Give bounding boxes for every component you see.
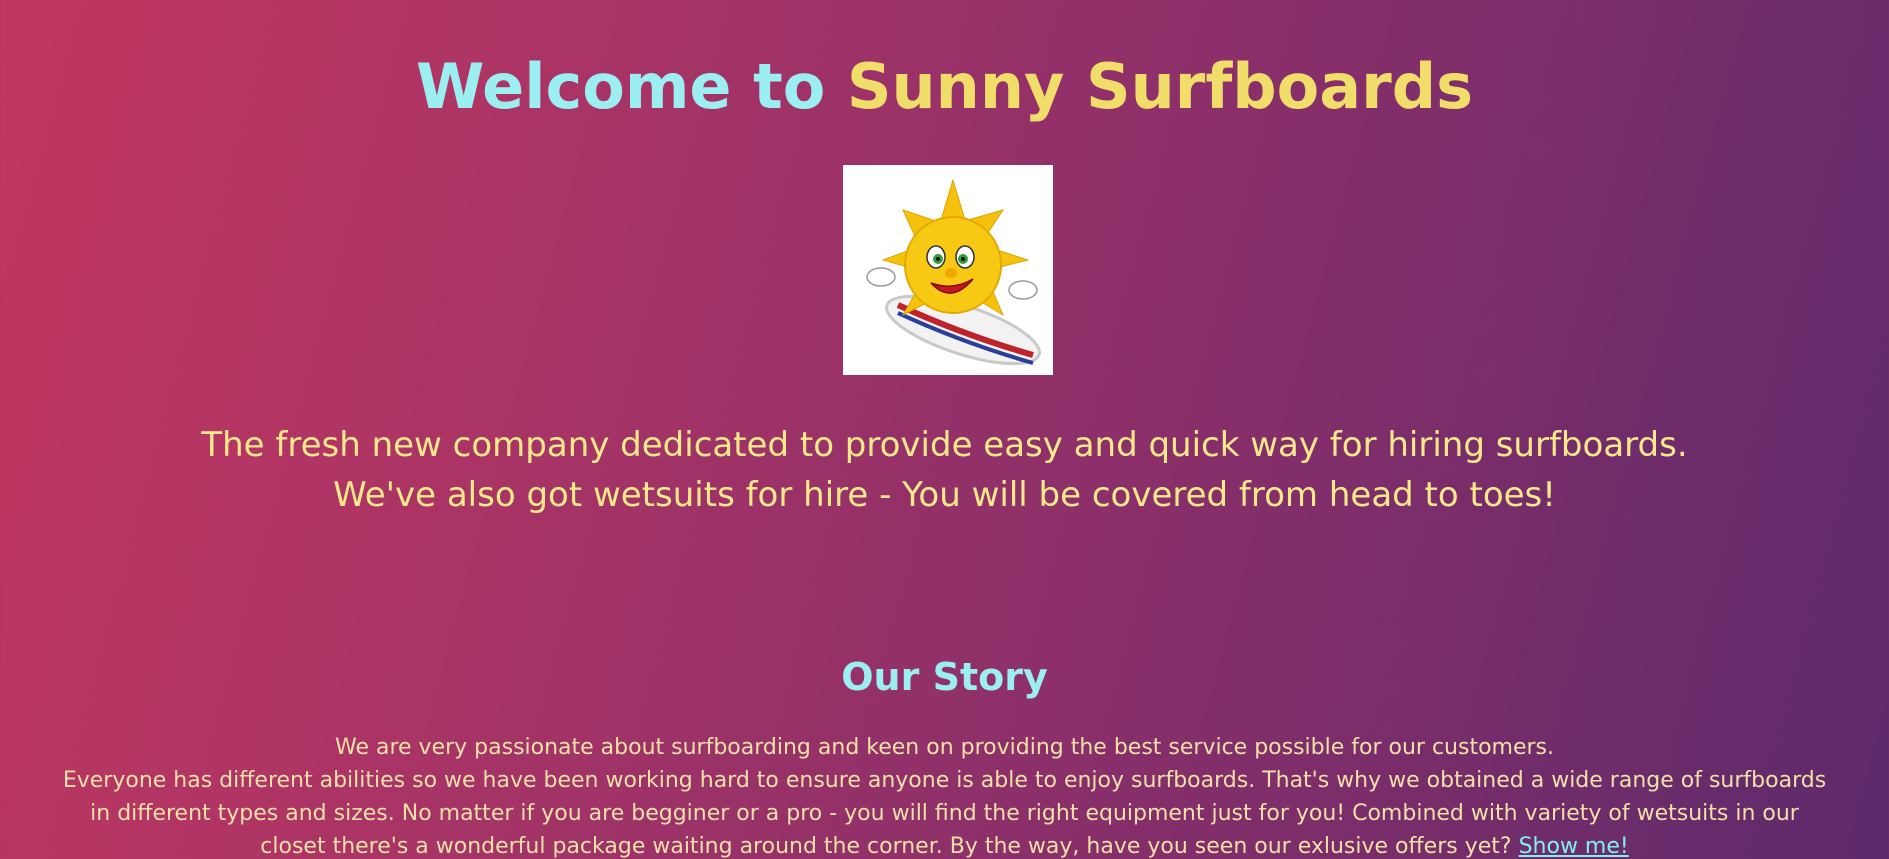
story-line-4-wrap: closet there's a wonderful package waiti… (40, 830, 1849, 859)
intro-text: The fresh new company dedicated to provi… (0, 420, 1889, 520)
our-story-heading: Our Story (841, 655, 1048, 699)
intro-line-2: We've also got wetsuits for hire - You w… (333, 475, 1556, 515)
story-line-3: in different types and sizes. No matter … (90, 801, 1799, 826)
story-line-1: We are very passionate about surfboardin… (334, 735, 1555, 760)
story-line-4: closet there's a wonderful package waiti… (260, 834, 1512, 859)
intro-line-1: The fresh new company dedicated to provi… (201, 425, 1688, 465)
page-title-brand: Sunny Surfboards (846, 50, 1473, 123)
show-me-link[interactable]: Show me! (1519, 834, 1629, 859)
page-title-welcome: Welcome to (416, 50, 826, 123)
sun-surfing-icon (866, 178, 1041, 366)
page-title: Welcome to Sunny Surfboards (0, 52, 1889, 122)
story-line-2: Everyone has different abilities so we h… (62, 768, 1827, 793)
our-story-text: We are very passionate about surfboardin… (40, 731, 1849, 859)
sun-surfing-logo (843, 165, 1053, 375)
